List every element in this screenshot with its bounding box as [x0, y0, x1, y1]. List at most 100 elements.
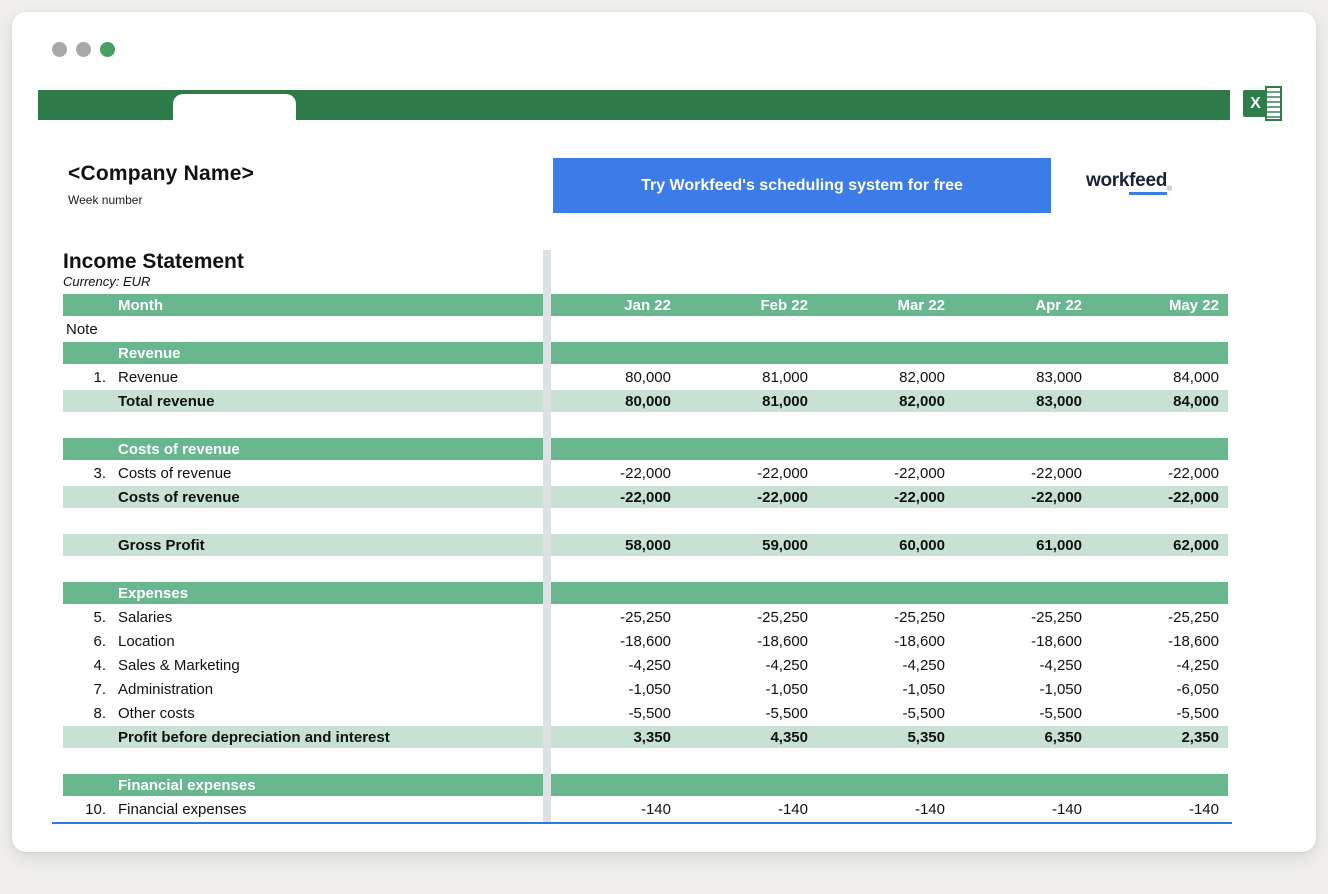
cell-value[interactable]: 84,000	[1091, 369, 1228, 386]
window-control-dot[interactable]	[52, 42, 67, 57]
cell-value[interactable]: 58,000	[543, 537, 680, 554]
excel-icon[interactable]: X	[1243, 85, 1287, 123]
row-label-cell[interactable]: Profit before depreciation and interest	[63, 726, 543, 748]
row-label-cell[interactable]: Costs of revenue	[63, 438, 543, 460]
cell-value[interactable]: -22,000	[817, 465, 954, 482]
table-row[interactable]: 3.Costs of revenue-22,000-22,000-22,000-…	[63, 462, 1228, 484]
cell-value[interactable]: 61,000	[954, 537, 1091, 554]
subtotal-row[interactable]: Costs of revenue-22,000-22,000-22,000-22…	[63, 486, 1228, 508]
cell-value[interactable]: -6,050	[1091, 681, 1228, 698]
cell-value[interactable]: -18,600	[680, 633, 817, 650]
section-header-row[interactable]: Costs of revenue	[63, 438, 1228, 460]
row-label-cell[interactable]: 6.Location	[63, 630, 543, 652]
frozen-pane-divider[interactable]	[543, 250, 551, 822]
cell-value[interactable]: -25,250	[680, 609, 817, 626]
cell-value[interactable]: -4,250	[680, 657, 817, 674]
cell-value[interactable]: 80,000	[543, 393, 680, 410]
section-header-row[interactable]: Revenue	[63, 342, 1228, 364]
cell-value[interactable]: -22,000	[680, 465, 817, 482]
cell-value[interactable]: 81,000	[680, 393, 817, 410]
row-label-cell[interactable]: 10.Financial expenses	[63, 798, 543, 820]
row-label-cell[interactable]: Costs of revenue	[63, 486, 543, 508]
cell-value[interactable]: -22,000	[954, 465, 1091, 482]
active-sheet-tab[interactable]	[173, 94, 296, 120]
row-label-cell[interactable]: 1.Revenue	[63, 366, 543, 388]
month-column-header[interactable]: Apr 22	[954, 297, 1091, 314]
row-label-cell[interactable]: 4.Sales & Marketing	[63, 654, 543, 676]
cell-value[interactable]: -25,250	[817, 609, 954, 626]
cell-value[interactable]: -22,000	[680, 489, 817, 506]
cell-value[interactable]: -22,000	[1091, 489, 1228, 506]
cell-value[interactable]: 82,000	[817, 369, 954, 386]
section-header-row[interactable]: Expenses	[63, 582, 1228, 604]
cell-value[interactable]: -4,250	[543, 657, 680, 674]
window-control-dot[interactable]	[76, 42, 91, 57]
cell-value[interactable]: 84,000	[1091, 393, 1228, 410]
month-column-header[interactable]: Mar 22	[817, 297, 954, 314]
cell-value[interactable]: -25,250	[543, 609, 680, 626]
table-row[interactable]: 7.Administration-1,050-1,050-1,050-1,050…	[63, 678, 1228, 700]
cell-value[interactable]: 82,000	[817, 393, 954, 410]
cell-value[interactable]: -22,000	[817, 489, 954, 506]
cell-value[interactable]: 4,350	[680, 729, 817, 746]
cell-value[interactable]: 6,350	[954, 729, 1091, 746]
table-row[interactable]: 6.Location-18,600-18,600-18,600-18,600-1…	[63, 630, 1228, 652]
cell-value[interactable]: -140	[1091, 801, 1228, 818]
row-label-cell[interactable]: Revenue	[63, 342, 543, 364]
cell-value[interactable]: -5,500	[680, 705, 817, 722]
subtotal-row[interactable]: Gross Profit58,00059,00060,00061,00062,0…	[63, 534, 1228, 556]
cell-value[interactable]: 81,000	[680, 369, 817, 386]
cell-value[interactable]: 62,000	[1091, 537, 1228, 554]
cell-value[interactable]: 83,000	[954, 393, 1091, 410]
cell-value[interactable]: -22,000	[954, 489, 1091, 506]
cell-value[interactable]: -18,600	[543, 633, 680, 650]
cell-value[interactable]: -25,250	[954, 609, 1091, 626]
row-label-cell[interactable]: 3.Costs of revenue	[63, 462, 543, 484]
cell-value[interactable]: -140	[543, 801, 680, 818]
note-row[interactable]: Note	[63, 318, 1228, 340]
month-column-header[interactable]: Jan 22	[543, 297, 680, 314]
cell-value[interactable]: -5,500	[543, 705, 680, 722]
table-row[interactable]: 5.Salaries-25,250-25,250-25,250-25,250-2…	[63, 606, 1228, 628]
month-column-header[interactable]: Feb 22	[680, 297, 817, 314]
cell-value[interactable]: 59,000	[680, 537, 817, 554]
row-label-cell[interactable]: 8.Other costs	[63, 702, 543, 724]
row-label-cell[interactable]: Financial expenses	[63, 774, 543, 796]
cell-value[interactable]: 60,000	[817, 537, 954, 554]
cell-value[interactable]: -5,500	[1091, 705, 1228, 722]
row-label-cell[interactable]: Gross Profit	[63, 534, 543, 556]
row-label-cell[interactable]: Total revenue	[63, 390, 543, 412]
cell-value[interactable]: -18,600	[1091, 633, 1228, 650]
table-row[interactable]: 8.Other costs-5,500-5,500-5,500-5,500-5,…	[63, 702, 1228, 724]
subtotal-row[interactable]: Total revenue80,00081,00082,00083,00084,…	[63, 390, 1228, 412]
table-row[interactable]: 10.Financial expenses-140-140-140-140-14…	[63, 798, 1228, 820]
cell-value[interactable]: -22,000	[1091, 465, 1228, 482]
cell-value[interactable]: -18,600	[817, 633, 954, 650]
cell-value[interactable]: -1,050	[680, 681, 817, 698]
cell-value[interactable]: 2,350	[1091, 729, 1228, 746]
cell-value[interactable]: -22,000	[543, 489, 680, 506]
cell-value[interactable]: -4,250	[1091, 657, 1228, 674]
cell-value[interactable]: -22,000	[543, 465, 680, 482]
cell-value[interactable]: 83,000	[954, 369, 1091, 386]
cell-value[interactable]: -5,500	[954, 705, 1091, 722]
cell-value[interactable]: -1,050	[817, 681, 954, 698]
cell-value[interactable]: -140	[954, 801, 1091, 818]
cell-value[interactable]: -1,050	[954, 681, 1091, 698]
table-row[interactable]: 1.Revenue80,00081,00082,00083,00084,000	[63, 366, 1228, 388]
table-row[interactable]: 4.Sales & Marketing-4,250-4,250-4,250-4,…	[63, 654, 1228, 676]
cell-value[interactable]: -140	[680, 801, 817, 818]
month-column-header[interactable]: May 22	[1091, 297, 1228, 314]
cell-value[interactable]: -140	[817, 801, 954, 818]
cell-value[interactable]: -4,250	[817, 657, 954, 674]
window-control-dot[interactable]	[100, 42, 115, 57]
cell-value[interactable]: -18,600	[954, 633, 1091, 650]
section-header-row[interactable]: Financial expenses	[63, 774, 1228, 796]
cell-value[interactable]: 5,350	[817, 729, 954, 746]
cell-value[interactable]: -25,250	[1091, 609, 1228, 626]
subtotal-row[interactable]: Profit before depreciation and interest3…	[63, 726, 1228, 748]
cell-value[interactable]: 3,350	[543, 729, 680, 746]
row-label-cell[interactable]: Expenses	[63, 582, 543, 604]
row-label-cell[interactable]: 5.Salaries	[63, 606, 543, 628]
workfeed-cta-button[interactable]: Try Workfeed's scheduling system for fre…	[553, 158, 1051, 213]
